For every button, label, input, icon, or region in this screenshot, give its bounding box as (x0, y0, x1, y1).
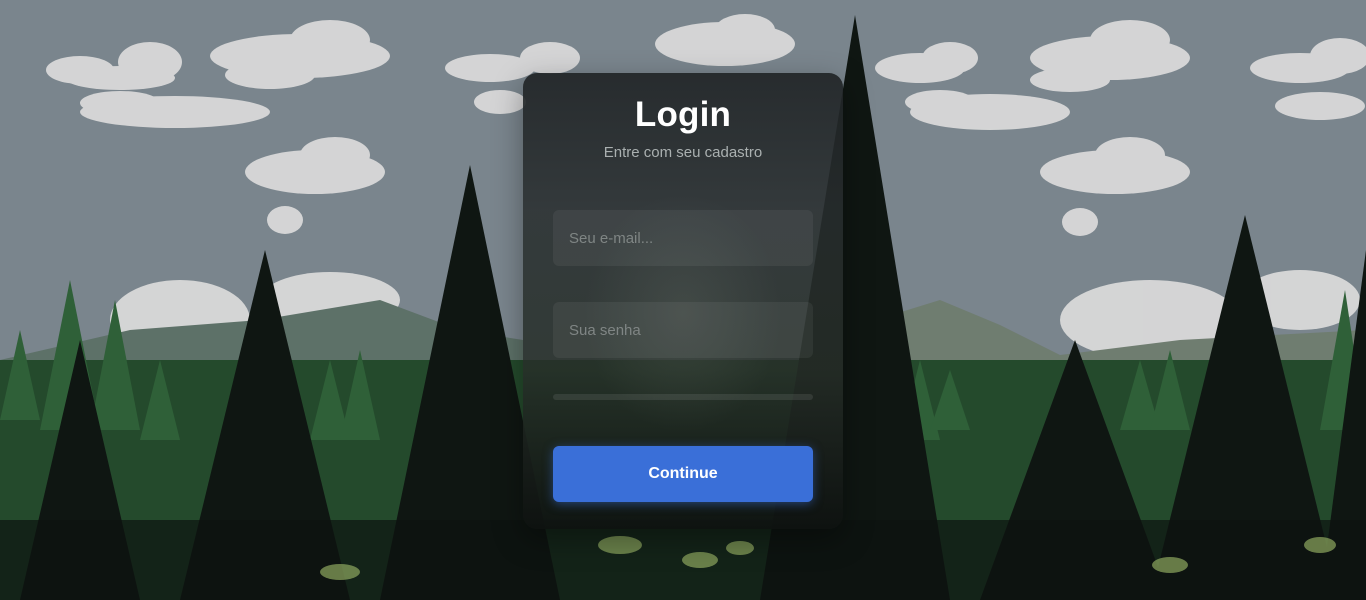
login-screen: Login Entre com seu cadastro Continue (0, 0, 1366, 600)
login-title: Login (634, 95, 732, 134)
login-card: Login Entre com seu cadastro Continue (523, 73, 843, 529)
continue-button[interactable]: Continue (553, 446, 813, 502)
login-subtitle: Entre com seu cadastro (603, 144, 763, 161)
divider (553, 394, 813, 400)
password-input[interactable] (553, 302, 813, 358)
email-input[interactable] (553, 210, 813, 266)
